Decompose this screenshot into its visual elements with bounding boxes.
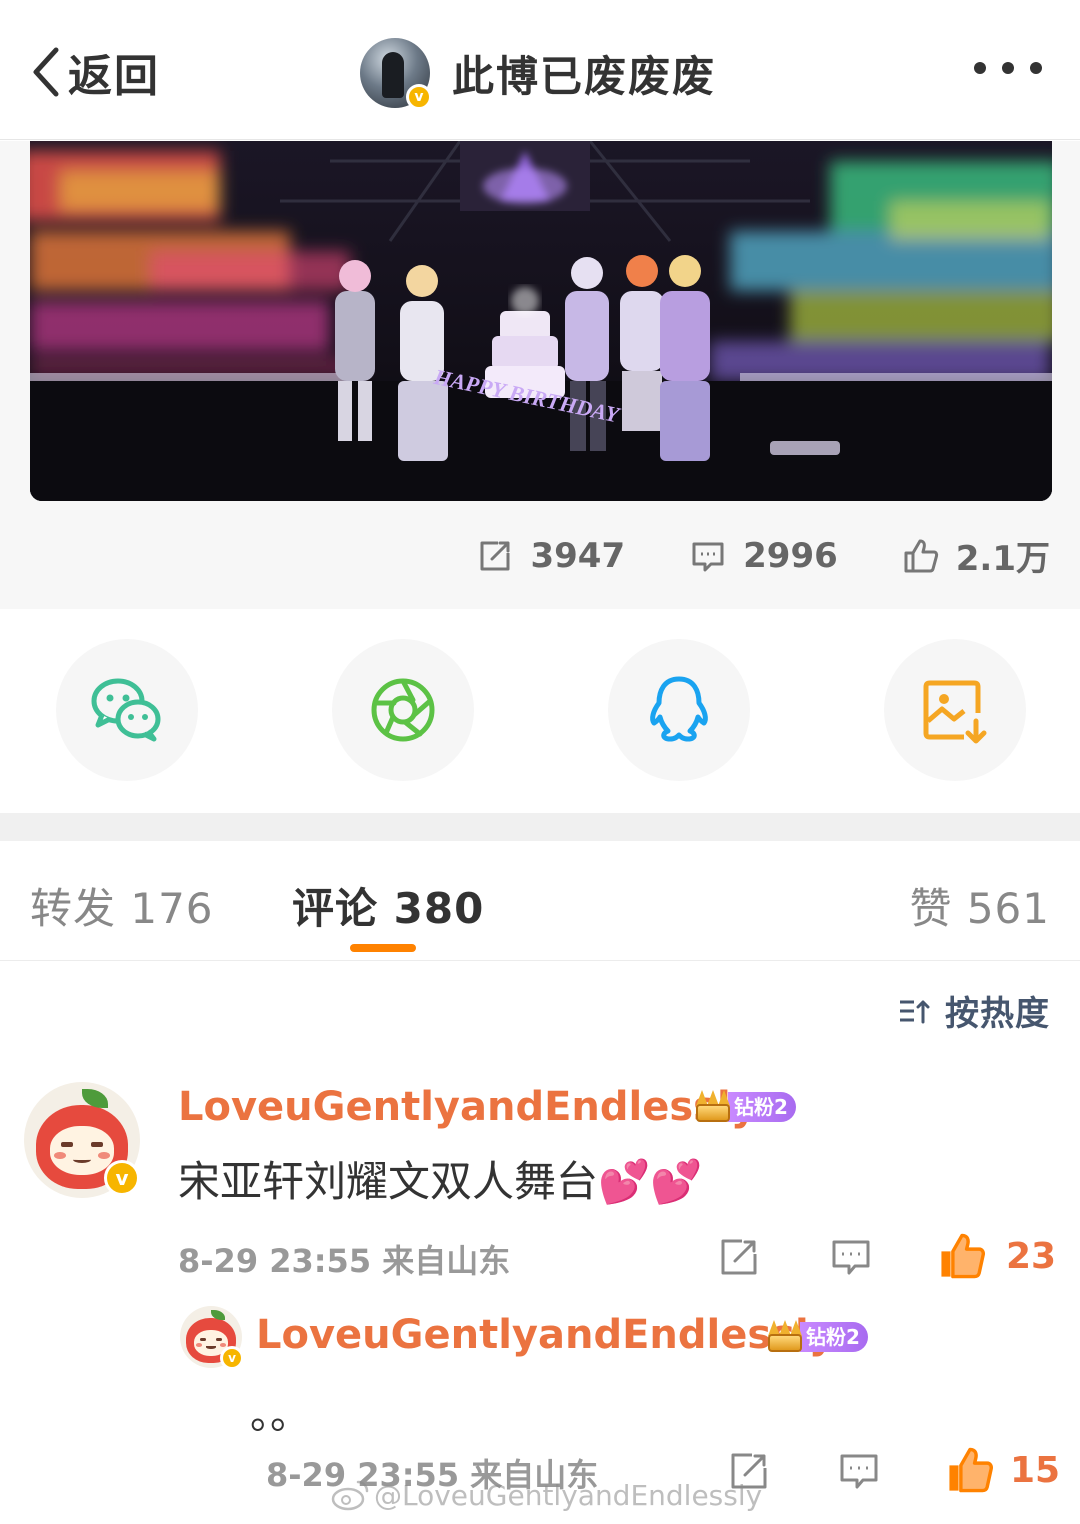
- comment-text: 宋亚轩刘耀文双人舞台💕💕: [178, 1157, 703, 1206]
- comment-icon: [840, 1454, 878, 1489]
- share-row: [0, 609, 1080, 813]
- verified-badge-icon: v: [104, 1160, 140, 1196]
- watermark-text: @LoveuGentlyandEndlessly: [374, 1478, 763, 1512]
- repost-icon: [480, 541, 510, 570]
- wechat-icon: [91, 678, 161, 742]
- back-button[interactable]: 返回: [28, 40, 160, 104]
- comment-like-count: 23: [1006, 1236, 1057, 1277]
- verified-badge-icon: v: [406, 84, 432, 110]
- crown-icon: [694, 1090, 732, 1124]
- share-moments-button[interactable]: [332, 639, 474, 781]
- fan-badge-label: 钻粉2: [800, 1322, 868, 1352]
- comment-stat[interactable]: 2996: [689, 536, 838, 576]
- tab-active-indicator: [350, 944, 416, 952]
- save-image-icon: [923, 680, 987, 744]
- more-dots-icon[interactable]: [974, 62, 1042, 74]
- reply-like-button[interactable]: [946, 1446, 994, 1498]
- concert-stage-photo: HAPPY BIRTHDAY: [30, 141, 1052, 501]
- wechat-moments-icon: [371, 678, 435, 742]
- qq-icon: [650, 676, 708, 742]
- comment-repost-button[interactable]: [718, 1236, 760, 1282]
- like-stat[interactable]: 2.1万: [902, 531, 1050, 580]
- back-label: 返回: [68, 51, 160, 102]
- sort-label: 按热度: [945, 994, 1050, 1034]
- sort-icon: [900, 1000, 930, 1023]
- repost-icon: [721, 1239, 757, 1275]
- fan-badge: 钻粉2: [766, 1320, 868, 1354]
- commenter-avatar[interactable]: v: [24, 1082, 140, 1198]
- weibo-watermark: @LoveuGentlyandEndlessly: [330, 1478, 762, 1512]
- comment-reply-button[interactable]: [830, 1236, 872, 1282]
- reply-avatar[interactable]: v: [180, 1306, 244, 1370]
- author-info[interactable]: v 此博已废废废: [360, 38, 716, 110]
- repost-count: 3947: [530, 535, 626, 576]
- verified-badge-icon: v: [220, 1346, 244, 1370]
- sort-toggle[interactable]: 按热度: [897, 986, 1050, 1035]
- fan-badge: 钻粉2: [694, 1090, 796, 1124]
- thumbs-up-icon: [949, 1447, 993, 1493]
- save-image-button[interactable]: [884, 639, 1026, 781]
- comment-tabs: 转发 176 评论 380 赞 561: [0, 841, 1080, 961]
- comment-icon: [692, 542, 724, 571]
- share-wechat-button[interactable]: [56, 639, 198, 781]
- post-stats: 3947 2996 2.1万: [412, 531, 1050, 580]
- tab-repost[interactable]: 转发 176: [30, 875, 214, 936]
- reply-username[interactable]: LoveuGentlyandEndlessly: [256, 1312, 835, 1358]
- repost-stat[interactable]: 3947: [476, 536, 625, 576]
- post-area: HAPPY BIRTHDAY 3947 2996 2.1万: [0, 141, 1080, 609]
- comment-icon: [832, 1240, 870, 1275]
- tab-comment[interactable]: 评论 380: [292, 875, 484, 936]
- author-name[interactable]: 此博已废废废: [452, 43, 716, 104]
- weibo-logo-icon: [331, 1480, 369, 1511]
- like-count: 2.1万: [955, 539, 1050, 579]
- commenter-username[interactable]: LoveuGentlyandEndlessly: [178, 1084, 757, 1130]
- section-divider: [0, 813, 1080, 841]
- reply-reply-button[interactable]: [838, 1450, 880, 1496]
- author-avatar[interactable]: v: [360, 38, 432, 110]
- tab-like[interactable]: 赞 561: [909, 875, 1050, 936]
- chevron-left-icon: [33, 47, 59, 97]
- reply-text: 。。: [250, 1392, 310, 1438]
- comment-count: 2996: [743, 535, 838, 576]
- top-bar: 返回 v 此博已废废废: [0, 0, 1080, 140]
- thumbs-up-icon: [904, 539, 938, 572]
- comment-meta: 8-29 23:55 来自山东: [178, 1242, 511, 1280]
- thumbs-up-icon: [941, 1233, 985, 1279]
- concert-photo[interactable]: HAPPY BIRTHDAY: [30, 141, 1052, 501]
- comment-like-button[interactable]: [938, 1232, 986, 1284]
- reply-like-count: 15: [1010, 1450, 1061, 1491]
- fan-badge-label: 钻粉2: [728, 1092, 796, 1122]
- crown-icon: [766, 1320, 804, 1354]
- share-qq-button[interactable]: [608, 639, 750, 781]
